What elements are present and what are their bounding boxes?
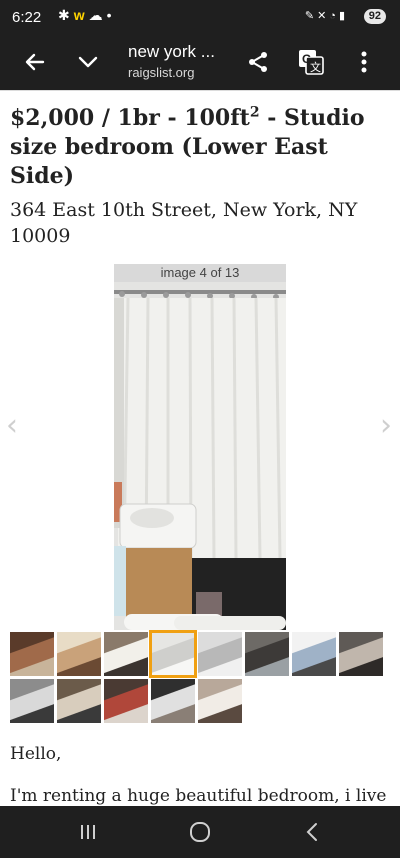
page-url: raigslist.org: [128, 65, 195, 80]
gallery-thumbnail[interactable]: [245, 632, 289, 676]
recents-icon[interactable]: [68, 818, 108, 846]
svg-text:文: 文: [310, 60, 321, 74]
status-left-icons: ✱w☁•: [58, 7, 116, 24]
pen-icon: ✎: [304, 10, 318, 22]
dot-icon: •: [106, 7, 116, 23]
gallery-thumbnail[interactable]: [57, 632, 101, 676]
gallery-thumbnail[interactable]: [292, 632, 336, 676]
gallery-thumbnail[interactable]: [198, 632, 242, 676]
body-greeting: Hello,: [10, 744, 62, 764]
browser-toolbar: new york ... raigslist.org G 文: [0, 34, 400, 90]
chevron-down-icon[interactable]: [70, 44, 106, 80]
image-gallery[interactable]: image 4 of 13: [114, 264, 286, 630]
home-icon[interactable]: [180, 818, 220, 846]
gallery-thumbnail[interactable]: [151, 679, 195, 723]
signal-icon: ▮: [338, 10, 348, 22]
title-main: $2,000 / 1br - 100ft: [10, 105, 250, 131]
posting-title: $2,000 / 1br - 100ft2 - Studio size bedr…: [10, 104, 388, 191]
status-bar: 6:22 ✱w☁• ✎✕◔▮ 92: [0, 0, 400, 34]
body-text-line: I'm renting a huge beautiful bedroom, i …: [10, 786, 387, 806]
more-vert-icon[interactable]: [346, 44, 382, 80]
asterisk-icon: ✱: [58, 7, 74, 23]
gallery-thumbnail[interactable]: [339, 632, 383, 676]
status-right-icons: ✎✕◔▮: [305, 9, 348, 22]
system-nav-bar: [0, 806, 400, 858]
page-title: new york ...: [128, 42, 215, 61]
gallery-thumbnail[interactable]: [104, 632, 148, 676]
back-arrow-icon[interactable]: [17, 44, 53, 80]
next-image-arrow[interactable]: ›: [380, 408, 392, 443]
gallery-thumbnail[interactable]: [149, 630, 197, 678]
posting-address: 364 East 10th Street, New York, NY 10009: [10, 199, 358, 247]
battery-indicator: 92: [363, 9, 386, 24]
gallery-thumbnail[interactable]: [10, 679, 54, 723]
status-time: 6:22: [12, 9, 42, 26]
main-photo[interactable]: [114, 282, 286, 630]
image-counter: image 4 of 13: [114, 264, 286, 282]
translate-icon[interactable]: G 文: [293, 44, 329, 80]
wifi-icon: ◔: [329, 10, 339, 22]
weather-icon: ☁: [88, 7, 107, 23]
share-icon[interactable]: [240, 44, 276, 80]
w-badge-icon: w: [73, 7, 89, 23]
gallery-thumbnail[interactable]: [57, 679, 101, 723]
toolbar-divider: [0, 90, 400, 91]
gallery-thumbnail[interactable]: [10, 632, 54, 676]
prev-image-arrow[interactable]: ‹: [6, 408, 18, 443]
mute-icon: ✕: [317, 10, 330, 22]
gallery-thumbnail[interactable]: [104, 679, 148, 723]
gallery-thumbnail[interactable]: [198, 679, 242, 723]
back-nav-icon[interactable]: [292, 818, 332, 846]
title-superscript: 2: [249, 104, 260, 121]
